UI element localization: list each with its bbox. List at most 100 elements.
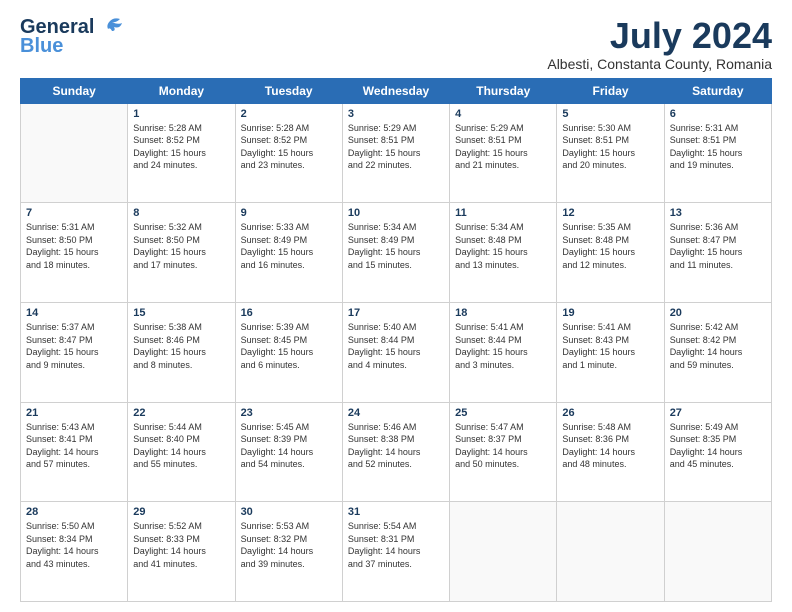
calendar-cell: 9 Sunrise: 5:33 AM Sunset: 8:49 PM Daylig… bbox=[235, 203, 342, 303]
calendar-cell: 22 Sunrise: 5:44 AM Sunset: 8:40 PM Dayli… bbox=[128, 402, 235, 502]
page: General Blue July 2024 Albesti, Constant… bbox=[0, 0, 792, 612]
calendar-cell: 29 Sunrise: 5:52 AM Sunset: 8:33 PM Dayli… bbox=[128, 502, 235, 602]
calendar-cell: 30Sunrise: 5:53 AM Sunset: 8:32 PM Dayli… bbox=[235, 502, 342, 602]
calendar-cell: 15Sunrise: 5:38 AM Sunset: 8:46 PM Dayli… bbox=[128, 302, 235, 402]
day-info: Sunrise: 5:40 AM Sunset: 8:44 PM Dayligh… bbox=[348, 321, 444, 371]
calendar-cell: 7 Sunrise: 5:31 AM Sunset: 8:50 PM Daylig… bbox=[21, 203, 128, 303]
day-number: 18 bbox=[455, 307, 551, 319]
calendar-cell: 4Sunrise: 5:29 AM Sunset: 8:51 PM Daylig… bbox=[450, 103, 557, 203]
calendar-cell: 13 Sunrise: 5:36 AM Sunset: 8:47 PM Dayli… bbox=[664, 203, 771, 303]
calendar-cell: 20 Sunrise: 5:42 AM Sunset: 8:42 PM Dayli… bbox=[664, 302, 771, 402]
calendar-cell: 14 Sunrise: 5:37 AM Sunset: 8:47 PM Dayli… bbox=[21, 302, 128, 402]
calendar-body: 1 Sunrise: 5:28 AM Sunset: 8:52 PM Daylig… bbox=[21, 103, 772, 601]
day-info: Sunrise: 5:28 AM Sunset: 8:52 PM Dayligh… bbox=[133, 122, 229, 172]
calendar-cell: 24Sunrise: 5:46 AM Sunset: 8:38 PM Dayli… bbox=[342, 402, 449, 502]
day-number: 30 bbox=[241, 506, 337, 518]
day-number: 28 bbox=[26, 506, 122, 518]
day-number: 13 bbox=[670, 207, 766, 219]
calendar-cell: 11 Sunrise: 5:34 AM Sunset: 8:48 PM Dayli… bbox=[450, 203, 557, 303]
calendar-cell: 27Sunrise: 5:49 AM Sunset: 8:35 PM Dayli… bbox=[664, 402, 771, 502]
day-number: 22 bbox=[133, 407, 229, 419]
day-info: Sunrise: 5:29 AM Sunset: 8:51 PM Dayligh… bbox=[455, 122, 551, 172]
day-number: 11 bbox=[455, 207, 551, 219]
calendar-cell: 21 Sunrise: 5:43 AM Sunset: 8:41 PM Dayli… bbox=[21, 402, 128, 502]
day-number: 20 bbox=[670, 307, 766, 319]
day-info: Sunrise: 5:41 AM Sunset: 8:43 PM Dayligh… bbox=[562, 321, 658, 371]
logo-blue: Blue bbox=[20, 35, 63, 58]
day-info: Sunrise: 5:50 AM Sunset: 8:34 PM Dayligh… bbox=[26, 520, 122, 570]
calendar-cell: 18 Sunrise: 5:41 AM Sunset: 8:44 PM Dayli… bbox=[450, 302, 557, 402]
day-number: 9 bbox=[241, 207, 337, 219]
day-number: 14 bbox=[26, 307, 122, 319]
day-info: Sunrise: 5:45 AM Sunset: 8:39 PM Dayligh… bbox=[241, 421, 337, 471]
day-info: Sunrise: 5:28 AM Sunset: 8:52 PM Dayligh… bbox=[241, 122, 337, 172]
day-number: 29 bbox=[133, 506, 229, 518]
day-number: 15 bbox=[133, 307, 229, 319]
calendar-cell: 5 Sunrise: 5:30 AM Sunset: 8:51 PM Daylig… bbox=[557, 103, 664, 203]
day-info: Sunrise: 5:30 AM Sunset: 8:51 PM Dayligh… bbox=[562, 122, 658, 172]
calendar-cell: 12Sunrise: 5:35 AM Sunset: 8:48 PM Dayli… bbox=[557, 203, 664, 303]
day-number: 12 bbox=[562, 207, 658, 219]
calendar-table: Sunday Monday Tuesday Wednesday Thursday… bbox=[20, 78, 772, 602]
day-number: 31 bbox=[348, 506, 444, 518]
day-number: 25 bbox=[455, 407, 551, 419]
day-number: 16 bbox=[241, 307, 337, 319]
header-saturday: Saturday bbox=[664, 78, 771, 103]
logo-bird-icon bbox=[96, 17, 124, 39]
day-info: Sunrise: 5:32 AM Sunset: 8:50 PM Dayligh… bbox=[133, 221, 229, 271]
day-number: 19 bbox=[562, 307, 658, 319]
day-number: 10 bbox=[348, 207, 444, 219]
calendar-cell: 17 Sunrise: 5:40 AM Sunset: 8:44 PM Dayli… bbox=[342, 302, 449, 402]
day-info: Sunrise: 5:54 AM Sunset: 8:31 PM Dayligh… bbox=[348, 520, 444, 570]
day-number: 1 bbox=[133, 108, 229, 120]
calendar-week-row-2: 7 Sunrise: 5:31 AM Sunset: 8:50 PM Daylig… bbox=[21, 203, 772, 303]
day-info: Sunrise: 5:48 AM Sunset: 8:36 PM Dayligh… bbox=[562, 421, 658, 471]
day-number: 6 bbox=[670, 108, 766, 120]
day-info: Sunrise: 5:42 AM Sunset: 8:42 PM Dayligh… bbox=[670, 321, 766, 371]
calendar-week-row-5: 28 Sunrise: 5:50 AM Sunset: 8:34 PM Dayli… bbox=[21, 502, 772, 602]
day-info: Sunrise: 5:43 AM Sunset: 8:41 PM Dayligh… bbox=[26, 421, 122, 471]
logo: General Blue bbox=[20, 16, 124, 58]
header-friday: Friday bbox=[557, 78, 664, 103]
calendar-cell: 1 Sunrise: 5:28 AM Sunset: 8:52 PM Daylig… bbox=[128, 103, 235, 203]
header-wednesday: Wednesday bbox=[342, 78, 449, 103]
calendar-cell bbox=[557, 502, 664, 602]
calendar-cell: 2Sunrise: 5:28 AM Sunset: 8:52 PM Daylig… bbox=[235, 103, 342, 203]
month-year: July 2024 bbox=[547, 16, 772, 56]
day-number: 5 bbox=[562, 108, 658, 120]
calendar-week-row-3: 14 Sunrise: 5:37 AM Sunset: 8:47 PM Dayli… bbox=[21, 302, 772, 402]
day-info: Sunrise: 5:34 AM Sunset: 8:48 PM Dayligh… bbox=[455, 221, 551, 271]
header-sunday: Sunday bbox=[21, 78, 128, 103]
header: General Blue July 2024 Albesti, Constant… bbox=[20, 16, 772, 72]
day-info: Sunrise: 5:31 AM Sunset: 8:50 PM Dayligh… bbox=[26, 221, 122, 271]
day-info: Sunrise: 5:44 AM Sunset: 8:40 PM Dayligh… bbox=[133, 421, 229, 471]
day-info: Sunrise: 5:41 AM Sunset: 8:44 PM Dayligh… bbox=[455, 321, 551, 371]
calendar-cell: 10 Sunrise: 5:34 AM Sunset: 8:49 PM Dayli… bbox=[342, 203, 449, 303]
day-number: 17 bbox=[348, 307, 444, 319]
day-number: 21 bbox=[26, 407, 122, 419]
day-info: Sunrise: 5:29 AM Sunset: 8:51 PM Dayligh… bbox=[348, 122, 444, 172]
header-tuesday: Tuesday bbox=[235, 78, 342, 103]
day-info: Sunrise: 5:52 AM Sunset: 8:33 PM Dayligh… bbox=[133, 520, 229, 570]
day-number: 27 bbox=[670, 407, 766, 419]
calendar-cell: 3 Sunrise: 5:29 AM Sunset: 8:51 PM Daylig… bbox=[342, 103, 449, 203]
calendar-cell: 28 Sunrise: 5:50 AM Sunset: 8:34 PM Dayli… bbox=[21, 502, 128, 602]
day-info: Sunrise: 5:47 AM Sunset: 8:37 PM Dayligh… bbox=[455, 421, 551, 471]
day-number: 3 bbox=[348, 108, 444, 120]
calendar-cell bbox=[664, 502, 771, 602]
day-info: Sunrise: 5:31 AM Sunset: 8:51 PM Dayligh… bbox=[670, 122, 766, 172]
day-number: 7 bbox=[26, 207, 122, 219]
calendar-cell: 8Sunrise: 5:32 AM Sunset: 8:50 PM Daylig… bbox=[128, 203, 235, 303]
day-number: 26 bbox=[562, 407, 658, 419]
calendar-cell: 19 Sunrise: 5:41 AM Sunset: 8:43 PM Dayli… bbox=[557, 302, 664, 402]
day-number: 24 bbox=[348, 407, 444, 419]
calendar-week-row-4: 21 Sunrise: 5:43 AM Sunset: 8:41 PM Dayli… bbox=[21, 402, 772, 502]
header-thursday: Thursday bbox=[450, 78, 557, 103]
day-info: Sunrise: 5:36 AM Sunset: 8:47 PM Dayligh… bbox=[670, 221, 766, 271]
day-number: 23 bbox=[241, 407, 337, 419]
day-info: Sunrise: 5:33 AM Sunset: 8:49 PM Dayligh… bbox=[241, 221, 337, 271]
header-monday: Monday bbox=[128, 78, 235, 103]
day-info: Sunrise: 5:37 AM Sunset: 8:47 PM Dayligh… bbox=[26, 321, 122, 371]
calendar-cell: 6 Sunrise: 5:31 AM Sunset: 8:51 PM Daylig… bbox=[664, 103, 771, 203]
day-info: Sunrise: 5:34 AM Sunset: 8:49 PM Dayligh… bbox=[348, 221, 444, 271]
